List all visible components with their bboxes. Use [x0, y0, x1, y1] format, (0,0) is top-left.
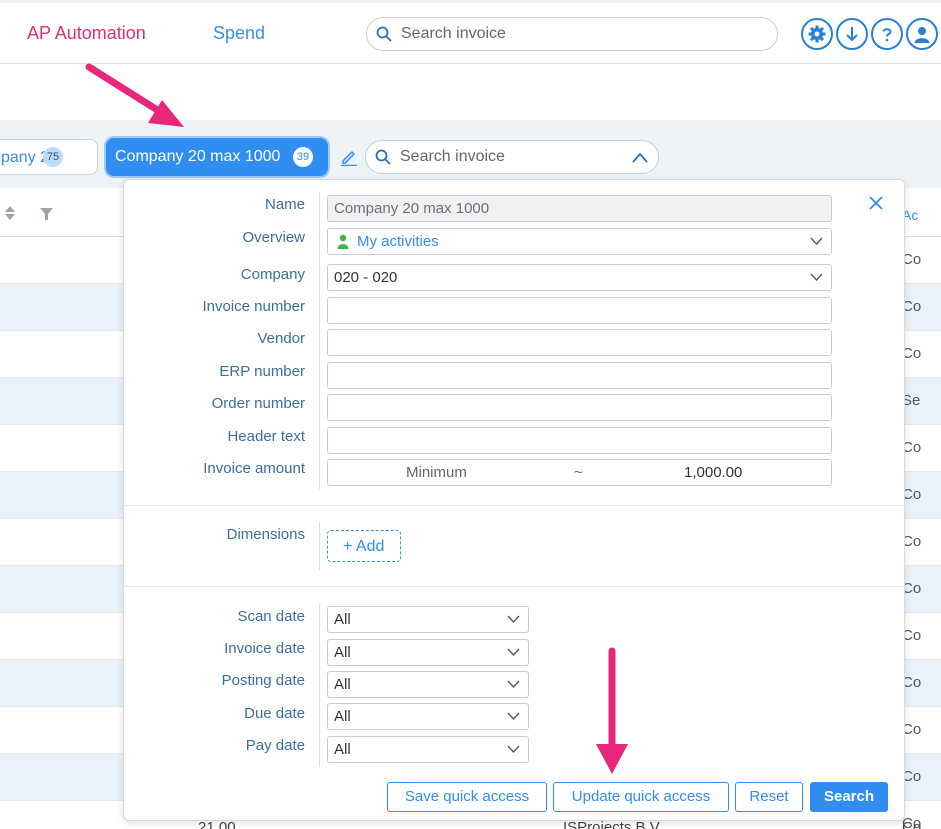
company-value: 020 - 020: [334, 269, 398, 286]
download-icon[interactable]: [836, 18, 868, 50]
posting-date-value: All: [334, 676, 351, 693]
order-number-field[interactable]: [327, 394, 832, 421]
scan-date-select[interactable]: All: [327, 606, 529, 633]
sort-icon[interactable]: [4, 204, 16, 222]
label-invoice-number: Invoice number: [202, 298, 305, 315]
nav-spend[interactable]: Spend: [213, 23, 265, 44]
name-field: Company 20 max 1000: [327, 195, 832, 222]
user-avatar-icon[interactable]: [906, 18, 938, 50]
pay-date-select[interactable]: All: [327, 736, 529, 763]
amount-min-input[interactable]: Minimum: [406, 464, 467, 481]
tab-search-input[interactable]: [400, 147, 620, 167]
secondary-band: [0, 64, 941, 120]
amount-max-input[interactable]: 1,000.00: [684, 464, 742, 481]
tab-company-20[interactable]: pany 20 75: [0, 139, 98, 175]
reset-button[interactable]: Reset: [735, 782, 803, 812]
tab-search[interactable]: [365, 140, 659, 174]
due-date-value: All: [334, 708, 351, 725]
erp-number-field[interactable]: [327, 362, 832, 389]
label-invoice-amount: Invoice amount: [203, 460, 305, 477]
global-search[interactable]: [366, 17, 778, 51]
table-cell: Co: [902, 819, 922, 829]
tab-company-20-max-1000[interactable]: Company 20 max 1000 39: [106, 138, 328, 176]
chevron-up-icon[interactable]: [632, 151, 648, 165]
vendor-field[interactable]: [327, 329, 832, 356]
label-company: Company: [240, 266, 305, 283]
user-icon: [337, 234, 349, 249]
label-invoice-date: Invoice date: [224, 640, 305, 657]
chevron-down-icon: [507, 648, 520, 656]
filter-icon[interactable]: [40, 208, 53, 220]
chevron-down-icon: [507, 745, 520, 753]
label-header-text: Header text: [227, 428, 305, 445]
name-value: Company 20 max 1000: [334, 200, 490, 217]
close-icon[interactable]: [868, 195, 884, 211]
chevron-down-icon: [507, 615, 520, 623]
label-vendor: Vendor: [257, 330, 305, 347]
edit-pencil-icon[interactable]: [340, 148, 358, 166]
search-icon: [375, 149, 391, 165]
invoice-date-value: All: [334, 644, 351, 661]
invoice-date-select[interactable]: All: [327, 639, 529, 666]
posting-date-select[interactable]: All: [327, 671, 529, 698]
chevron-down-icon: [810, 237, 823, 245]
divider: [319, 522, 320, 570]
header-text-field[interactable]: [327, 427, 832, 454]
chevron-down-icon: [507, 712, 520, 720]
label-due-date: Due date: [244, 705, 305, 722]
settings-gear-icon[interactable]: [801, 18, 833, 50]
divider: [319, 192, 320, 489]
label-pay-date: Pay date: [245, 737, 305, 754]
overview-select[interactable]: My activities: [327, 228, 832, 255]
amount-separator: ~: [574, 464, 583, 481]
label-erp-number: ERP number: [219, 363, 305, 380]
tab-count-badge: 75: [43, 147, 63, 167]
label-dimensions: Dimensions: [226, 526, 305, 543]
update-quick-access-button[interactable]: Update quick access: [553, 782, 729, 812]
chevron-down-icon: [507, 680, 520, 688]
tab-count-badge: 39: [293, 147, 313, 167]
filter-panel: Name Company 20 max 1000 Overview My act…: [123, 179, 906, 821]
nav-ap-automation[interactable]: AP Automation: [27, 23, 146, 44]
global-search-input[interactable]: [401, 24, 761, 44]
divider: [319, 604, 320, 767]
overview-value: My activities: [357, 233, 439, 250]
divider: [124, 586, 906, 587]
page: AP Automation Spend Ac: [0, 0, 941, 829]
chevron-down-icon: [810, 273, 823, 281]
scan-date-value: All: [334, 611, 351, 628]
label-name: Name: [264, 196, 305, 213]
pay-date-value: All: [334, 741, 351, 758]
company-select[interactable]: 020 - 020: [327, 264, 832, 291]
label-overview: Overview: [242, 229, 305, 246]
tab-label: Company 20 max 1000: [115, 148, 281, 165]
add-dimension-button[interactable]: + Add: [327, 530, 401, 562]
divider: [124, 505, 906, 506]
search-button[interactable]: Search: [810, 782, 888, 812]
due-date-select[interactable]: All: [327, 703, 529, 730]
help-icon[interactable]: [871, 18, 903, 50]
search-icon: [376, 26, 392, 42]
save-quick-access-button[interactable]: Save quick access: [387, 782, 547, 812]
label-order-number: Order number: [211, 395, 305, 412]
invoice-amount-range[interactable]: Minimum ~ 1,000.00: [327, 459, 832, 486]
invoice-number-field[interactable]: [327, 297, 832, 324]
add-dimension-label: + Add: [343, 538, 385, 555]
label-scan-date: Scan date: [237, 608, 305, 625]
top-navigation: AP Automation Spend: [0, 0, 941, 64]
label-posting-date: Posting date: [221, 672, 305, 689]
